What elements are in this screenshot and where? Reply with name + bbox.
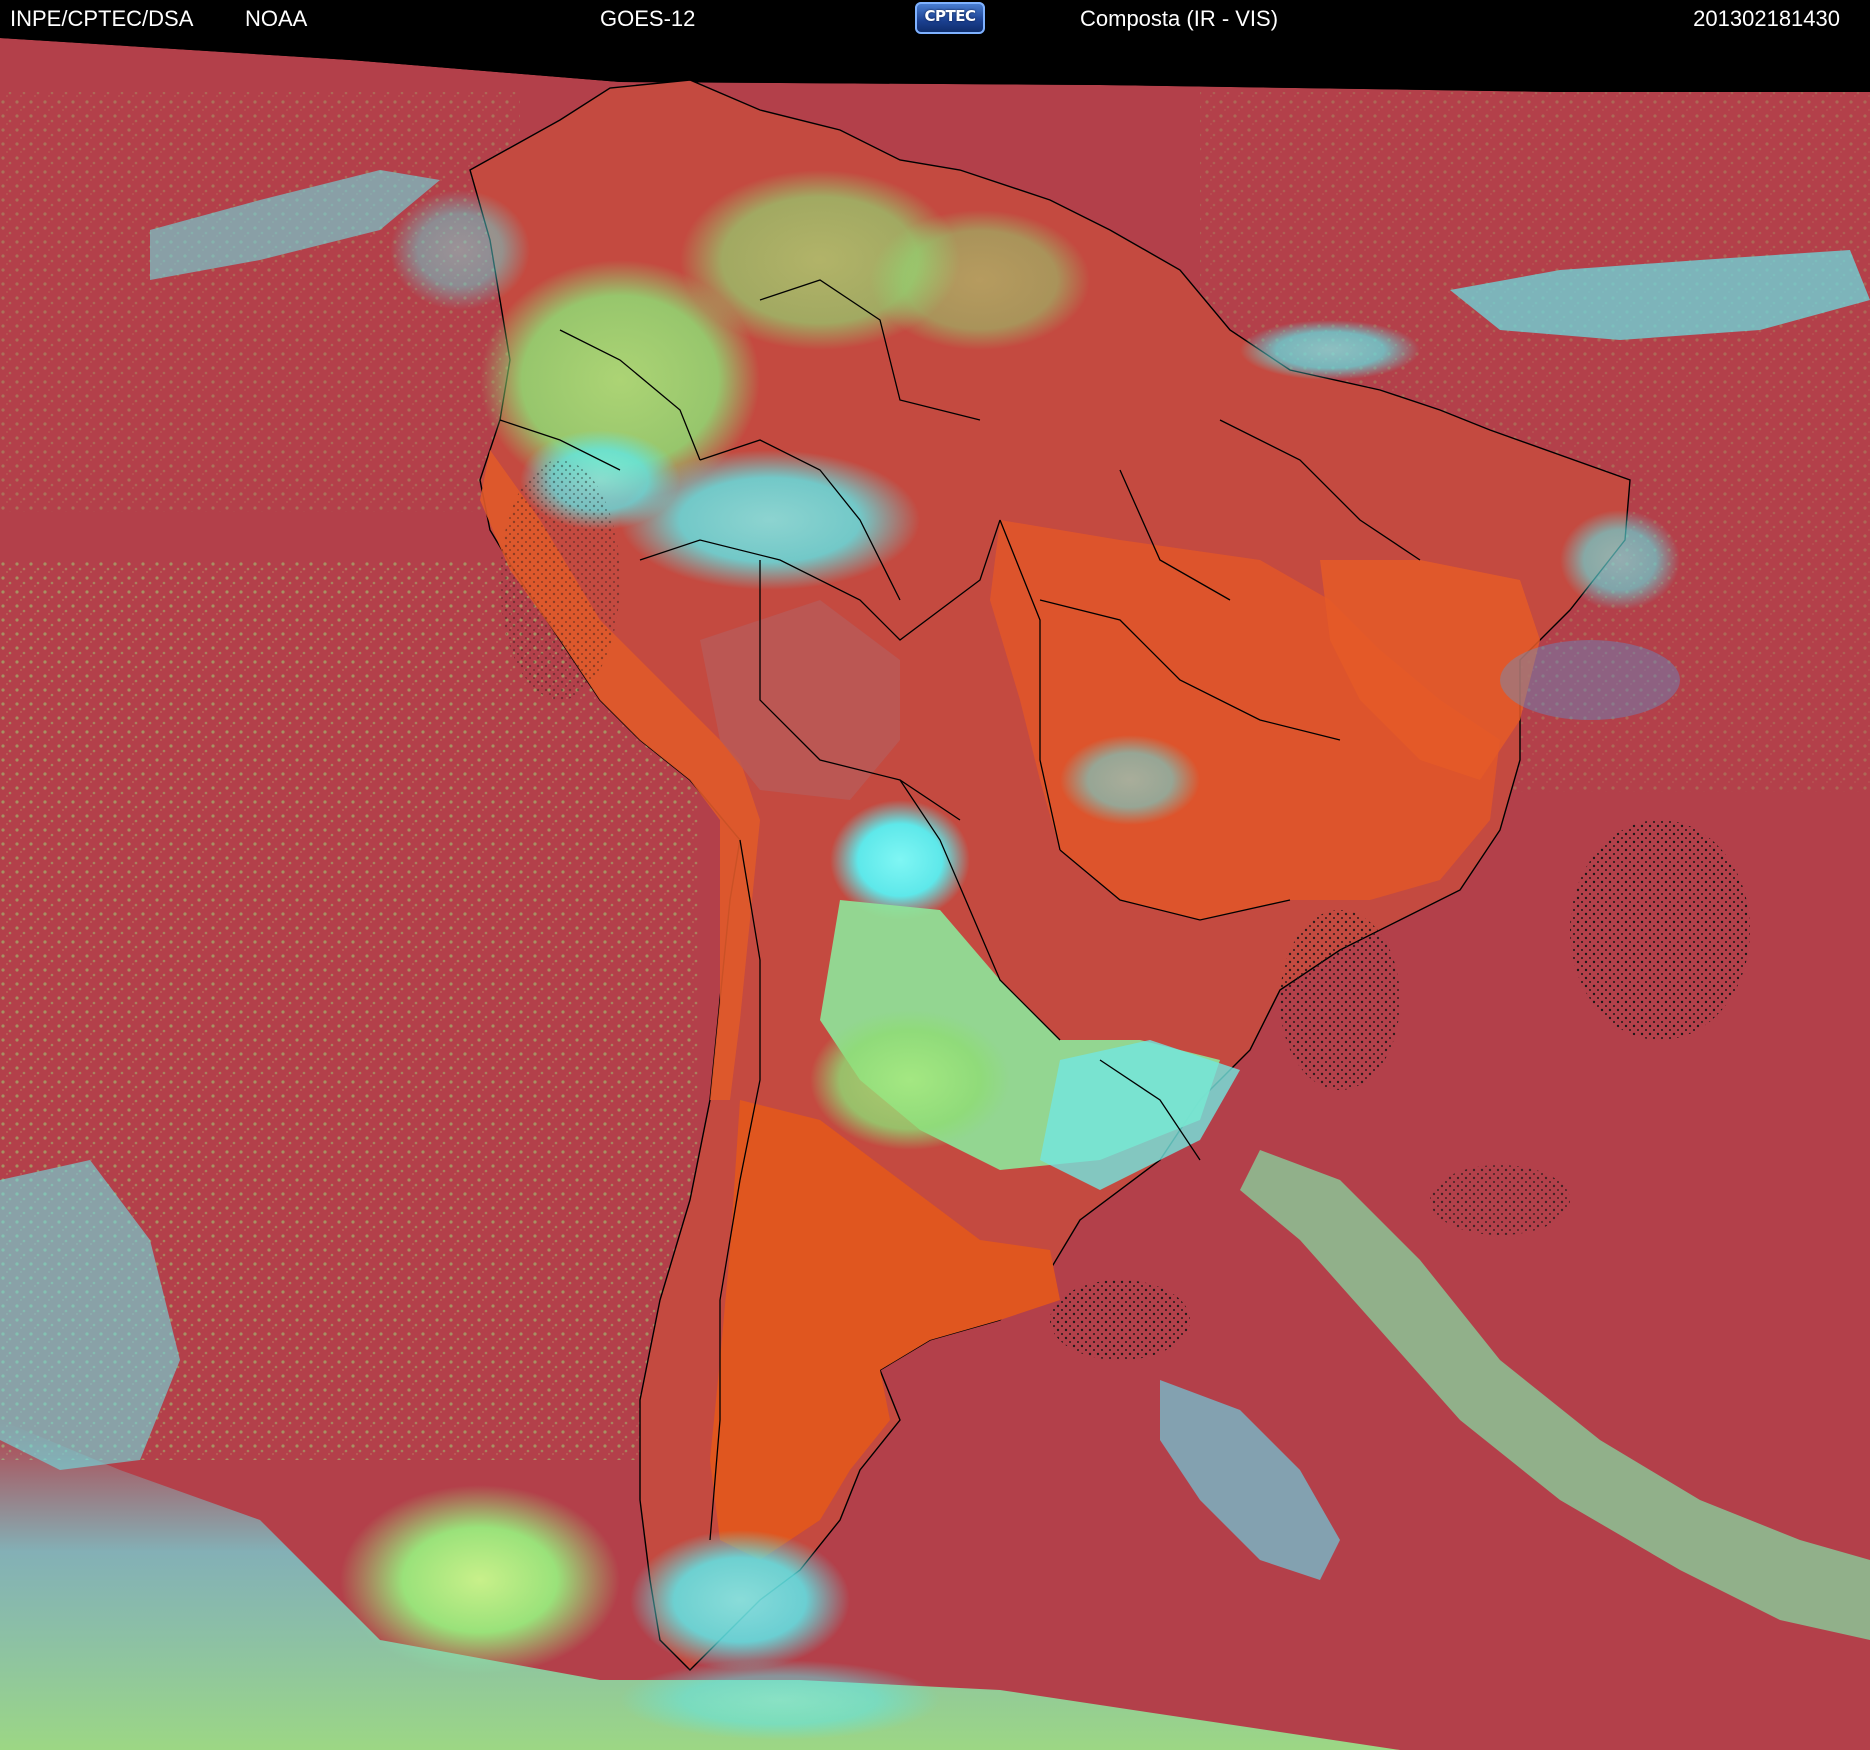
product-type-label: Composta (IR - VIS)	[1080, 6, 1279, 31]
pacific-dark-patch	[500, 460, 620, 700]
nordeste-coast-clouds	[1560, 510, 1680, 610]
east-atlantic-blue	[1500, 640, 1680, 720]
argentina-green-clouds	[810, 1010, 1010, 1150]
atlantic-dark-patch-4	[1430, 1165, 1570, 1235]
central-brazil-cells	[1060, 735, 1200, 825]
timestamp-label: 201302181430	[1693, 6, 1840, 31]
guiana-clouds	[870, 210, 1090, 350]
atlantic-dark-patch-3	[1050, 1280, 1190, 1360]
satellite-name-label: GOES-12	[600, 6, 696, 31]
atlantic-dark-patch-2	[1280, 910, 1400, 1090]
drake-passage-clouds	[620, 1660, 940, 1740]
image-header-bar: INPE/CPTEC/DSA NOAA GOES-12 CPTEC Compos…	[0, 0, 1870, 38]
agency-label: NOAA	[245, 6, 308, 31]
satellite-image-viewer: INPE/CPTEC/DSA NOAA GOES-12 CPTEC Compos…	[0, 0, 1870, 1750]
patagonia-cyan-clouds	[630, 1530, 850, 1670]
atlantic-dark-patch-1	[1570, 820, 1750, 1040]
amazon-mouth-clouds	[1240, 320, 1420, 380]
cptec-logo: CPTEC	[915, 2, 985, 34]
source-org-label: INPE/CPTEC/DSA	[10, 6, 194, 31]
cptec-logo-text: CPTEC	[924, 7, 977, 25]
satellite-composite-image	[0, 38, 1870, 1750]
eastern-pacific-clouds	[390, 190, 530, 310]
